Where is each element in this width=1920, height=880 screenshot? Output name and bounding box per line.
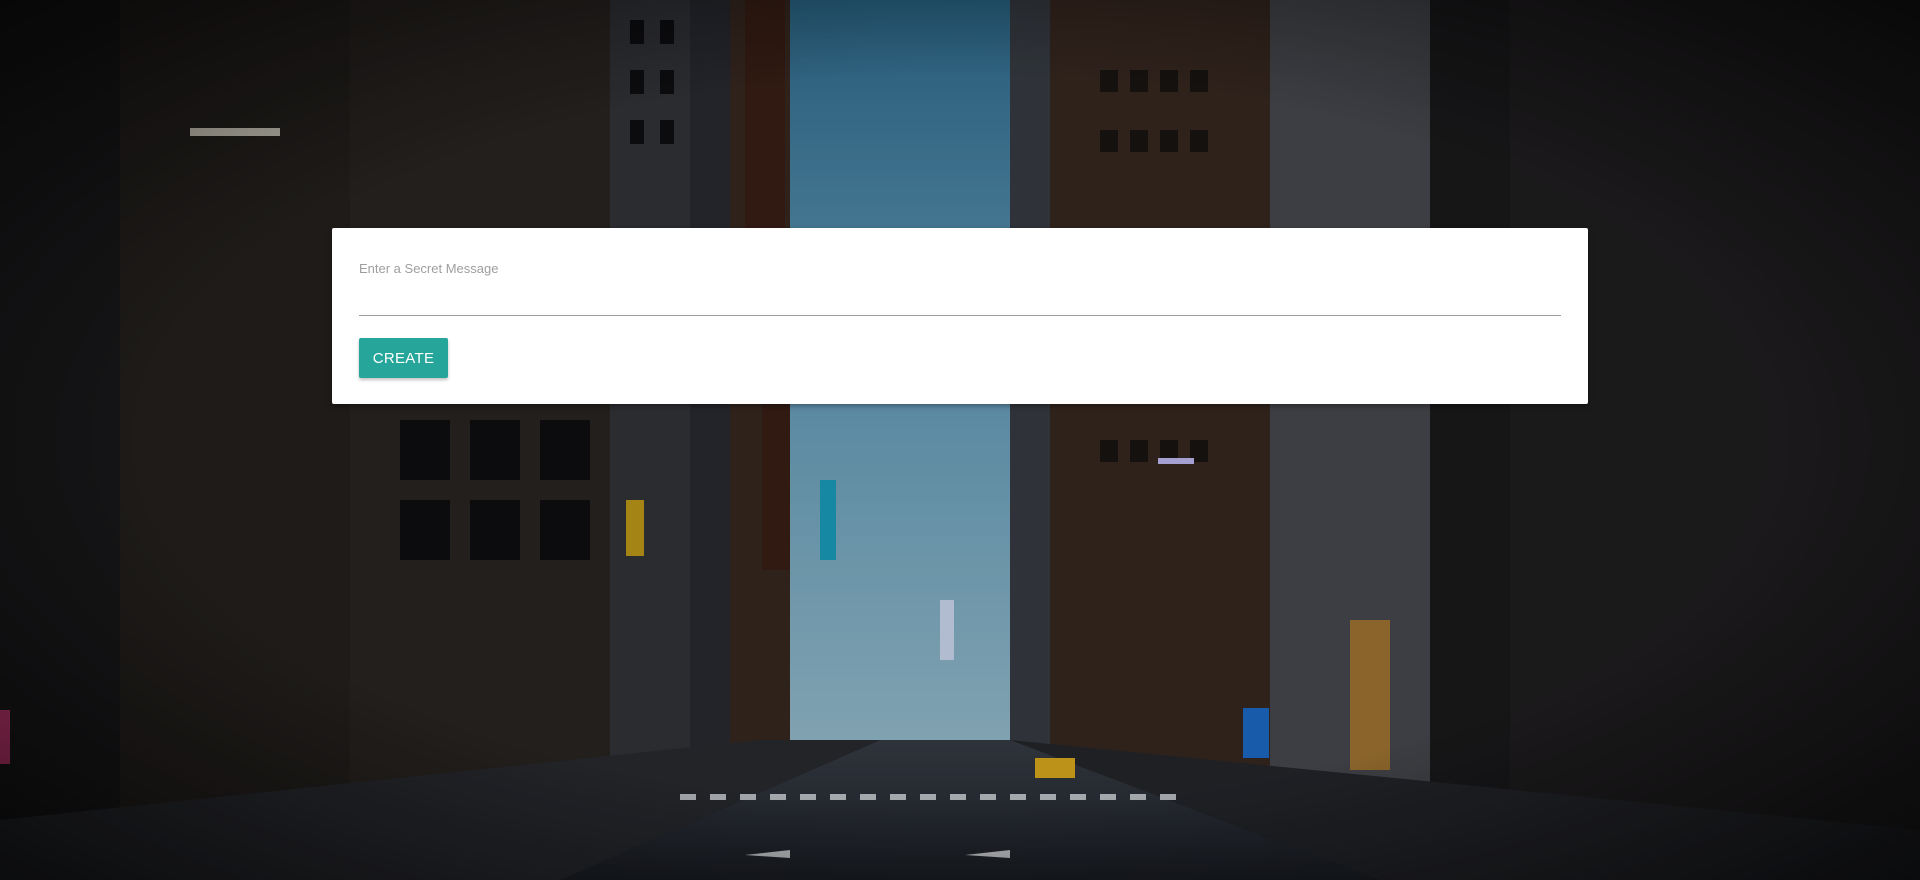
secret-message-field: Enter a Secret Message [359, 261, 1561, 317]
secret-message-card: Enter a Secret Message CREATE [332, 228, 1588, 404]
create-button[interactable]: CREATE [359, 338, 448, 378]
city-street-background-image [0, 0, 1920, 880]
secret-message-input[interactable] [359, 279, 1561, 316]
page: Enter a Secret Message CREATE [0, 0, 1920, 880]
secret-message-label: Enter a Secret Message [359, 261, 499, 276]
